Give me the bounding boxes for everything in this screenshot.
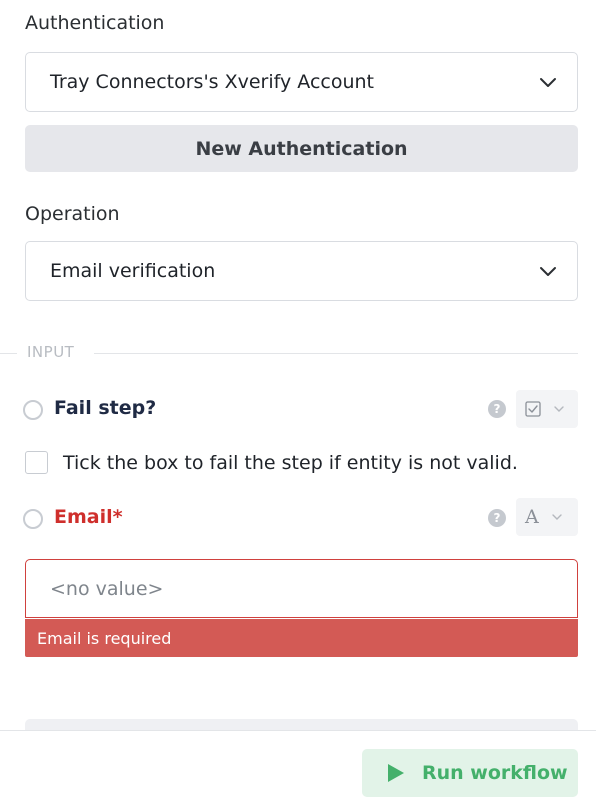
fail-step-checkbox[interactable]: [25, 451, 48, 474]
checkbox-type-icon: [525, 401, 541, 417]
fail-step-type-selector[interactable]: [516, 390, 578, 428]
email-error-message: Email is required: [25, 619, 578, 657]
email-placeholder: <no value>: [50, 577, 164, 600]
run-workflow-button[interactable]: Run workflow: [362, 749, 578, 797]
chevron-down-icon: [554, 406, 564, 412]
fail-step-radio[interactable]: [23, 400, 43, 420]
section-divider-right: [94, 353, 578, 354]
help-glyph: ?: [493, 511, 501, 525]
email-label: Email*: [54, 506, 123, 528]
operation-label: Operation: [25, 203, 120, 225]
email-type-selector[interactable]: A: [516, 498, 578, 536]
authentication-select[interactable]: Tray Connectors's Xverify Account: [25, 52, 578, 112]
play-icon: [388, 764, 404, 782]
section-divider-left: [0, 353, 17, 354]
chevron-down-icon: [540, 267, 556, 276]
fail-step-label: Fail step?: [54, 397, 157, 419]
chevron-down-icon: [552, 514, 562, 520]
input-section-title: INPUT: [27, 343, 75, 361]
help-glyph: ?: [493, 402, 501, 416]
authentication-label: Authentication: [25, 12, 165, 34]
chevron-down-icon: [540, 78, 556, 87]
email-radio[interactable]: [23, 509, 43, 529]
operation-select[interactable]: Email verification: [25, 241, 578, 301]
email-input[interactable]: <no value>: [25, 559, 578, 618]
help-icon[interactable]: ?: [488, 509, 506, 527]
help-icon[interactable]: ?: [488, 400, 506, 418]
text-type-icon: A: [525, 506, 539, 528]
fail-step-checkbox-text: Tick the box to fail the step if entity …: [63, 452, 518, 474]
new-authentication-button[interactable]: New Authentication: [25, 125, 578, 172]
operation-selected-value: Email verification: [50, 260, 216, 282]
run-workflow-label: Run workflow: [422, 762, 568, 784]
authentication-selected-value: Tray Connectors's Xverify Account: [50, 71, 375, 93]
